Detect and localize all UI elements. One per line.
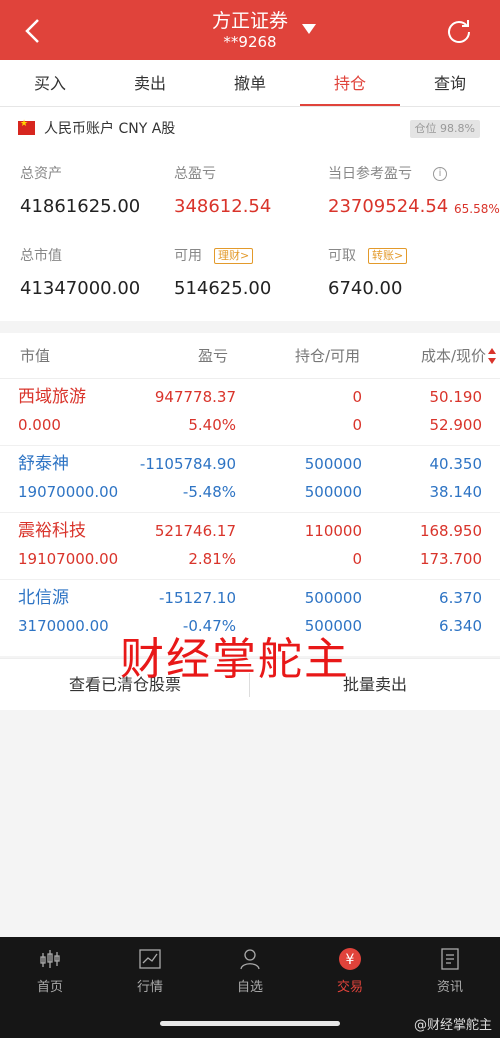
info-icon[interactable]: i [433,167,447,181]
stock-cost: 50.190 [429,388,483,406]
stock-pl: -1105784.90 [139,455,236,473]
bottom-nav: 首页 行情 自选 ¥ 交易 资讯 @财经掌舵主 [0,937,500,1038]
stock-pl: 521746.17 [154,522,236,540]
stock-price: 38.140 [429,483,483,501]
account-row: ★ 人民币账户 CNY A股 仓位 98.8% [18,119,482,139]
available-value: 514625.00 [174,278,272,299]
withdrawable-label: 可取 [328,248,356,264]
stock-available: 0 [352,550,362,568]
candlestick-icon [40,950,60,968]
withdrawable-value: 6740.00 [328,278,403,299]
stock-pl: -15127.10 [159,589,236,607]
tab-holdings[interactable]: 持仓 [300,60,400,106]
stock-price: 6.340 [439,617,482,635]
table-row[interactable]: 震裕科技 19107000.00 521746.17 2.81% 110000 … [0,513,500,580]
stock-market-value: 19070000.00 [18,483,119,501]
tab-buy[interactable]: 买入 [0,60,100,106]
stock-name: 西域旅游 [18,387,86,407]
nav-watchlist-label: 自选 [236,980,263,995]
refresh-icon[interactable] [446,18,472,44]
account-summary: ★ 人民币账户 CNY A股 仓位 98.8% 总资产 41861625.00 … [0,107,500,321]
nav-trade-label: 交易 [336,980,363,995]
stock-market-value: 0.000 [18,416,61,434]
stock-pl-percent: 2.81% [188,550,236,568]
chart-icon [139,949,161,969]
available-label: 可用 [174,248,202,264]
china-flag-icon: ★ [18,119,35,135]
stock-hold: 500000 [304,589,362,607]
wealth-tag[interactable]: 理财> [214,248,254,264]
header-hold[interactable]: 持仓/可用 [295,346,360,366]
table-row[interactable]: 西域旅游 0.000 947778.37 5.40% 0 0 50.190 52… [0,379,500,446]
weibo-watermark: @财经掌舵主 [413,1018,492,1033]
news-icon [441,948,459,970]
nav-market-label: 行情 [136,980,163,995]
nav-home-label: 首页 [36,980,63,995]
stock-hold: 500000 [304,455,362,473]
stock-pl-percent: 5.40% [188,416,236,434]
tab-sell[interactable]: 卖出 [100,60,200,106]
tab-cancel[interactable]: 撤单 [200,60,300,106]
table-header: 市值 盈亏 持仓/可用 成本/现价 [0,333,500,379]
nav-news-label: 资讯 [436,980,463,995]
stock-hold: 110000 [304,522,362,540]
nav-trade[interactable]: ¥ 交易 [300,945,400,1005]
account-label: 人民币账户 CNY A股 [44,121,176,137]
nav-watchlist[interactable]: 自选 [200,945,300,1005]
nav-home[interactable]: 首页 [0,945,100,1005]
table-row[interactable]: 舒泰神 19070000.00 -1105784.90 -5.48% 50000… [0,446,500,513]
stock-hold: 0 [352,388,362,406]
transfer-tag[interactable]: 转账> [368,248,408,264]
market-value-value: 41347000.00 [20,278,141,299]
stock-cost: 40.350 [429,455,483,473]
watermark-text: 财经掌舵主 [120,634,350,685]
stock-available: 500000 [304,483,362,501]
stock-name: 震裕科技 [18,521,86,541]
person-icon [240,949,260,970]
stock-pl-percent: -5.48% [182,483,236,501]
holdings-table: 市值 盈亏 持仓/可用 成本/现价 西域旅游 0.000 947778.37 5… [0,333,500,656]
stock-market-value: 19107000.00 [18,550,119,568]
total-assets-value: 41861625.00 [20,196,141,217]
trade-tabs: 买入 卖出 撤单 持仓 查询 [0,60,500,107]
today-pl-label: 当日参考盈亏 [328,166,412,182]
stock-price: 173.700 [419,550,482,568]
stock-pl: 947778.37 [154,388,236,406]
header-pl[interactable]: 盈亏 [198,346,228,366]
today-pl-value: 23709524.54 [328,196,449,217]
tab-query[interactable]: 查询 [400,60,500,106]
page-title[interactable]: 方正证券 [0,9,500,33]
nav-market[interactable]: 行情 [100,945,200,1005]
today-pl-percent: 65.58% [454,202,500,216]
total-pl-label: 总盈亏 [174,166,216,182]
yuan-icon: ¥ [339,948,361,970]
nav-news[interactable]: 资讯 [400,945,500,1005]
top-bar: 方正证券 **9268 [0,0,500,60]
stock-name: 舒泰神 [18,454,69,474]
account-number: **9268 [223,33,277,51]
total-pl-value: 348612.54 [174,196,272,217]
sort-icon[interactable] [488,348,496,364]
header-cost[interactable]: 成本/现价 [421,346,486,366]
home-indicator [160,1021,340,1026]
header-market-value[interactable]: 市值 [20,346,50,366]
stock-market-value: 3170000.00 [18,617,109,635]
stock-name: 北信源 [18,588,69,608]
stock-price: 52.900 [429,416,483,434]
stock-available: 0 [352,416,362,434]
market-value-label: 总市值 [20,248,62,264]
position-ratio-badge: 仓位 98.8% [409,120,480,138]
total-assets-label: 总资产 [20,166,62,182]
svg-text:¥: ¥ [346,952,355,968]
stock-cost: 6.370 [439,589,482,607]
stock-cost: 168.950 [419,522,482,540]
